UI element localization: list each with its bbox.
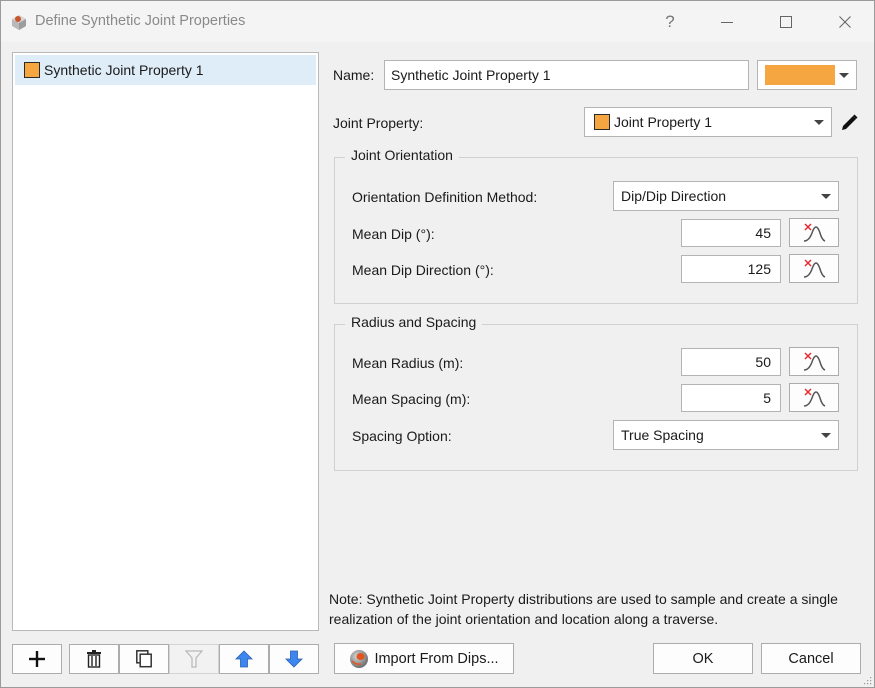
import-from-dips-label: Import From Dips... bbox=[374, 650, 499, 667]
add-button[interactable] bbox=[12, 644, 62, 674]
move-up-button[interactable] bbox=[219, 644, 269, 674]
distribution-off-icon bbox=[803, 352, 826, 371]
color-picker-swatch bbox=[765, 65, 835, 85]
filter-button[interactable] bbox=[169, 644, 219, 674]
maximize-icon bbox=[780, 15, 792, 28]
spacing-option-dropdown[interactable]: True Spacing bbox=[613, 420, 839, 450]
property-list[interactable]: Synthetic Joint Property 1 bbox=[12, 52, 319, 631]
copy-icon bbox=[135, 650, 152, 668]
plus-icon bbox=[29, 651, 45, 667]
name-input-value: Synthetic Joint Property 1 bbox=[391, 67, 551, 83]
edit-pencil-icon[interactable] bbox=[839, 113, 859, 133]
orientation-method-value: Dip/Dip Direction bbox=[621, 188, 727, 204]
title-bar: Define Synthetic Joint Properties ? bbox=[1, 1, 874, 42]
mean-spacing-value: 5 bbox=[763, 390, 771, 406]
cancel-label: Cancel bbox=[788, 650, 834, 667]
chevron-down-icon bbox=[839, 73, 849, 78]
cancel-button[interactable]: Cancel bbox=[761, 643, 861, 674]
mean-dip-direction-label: Mean Dip Direction (°): bbox=[352, 262, 494, 278]
spacing-option-value: True Spacing bbox=[621, 427, 704, 443]
mean-dip-input[interactable]: 45 bbox=[681, 219, 781, 247]
name-input[interactable]: Synthetic Joint Property 1 bbox=[384, 60, 749, 90]
dips-logo-icon bbox=[350, 649, 369, 668]
distribution-off-icon bbox=[803, 223, 826, 242]
arrow-up-icon bbox=[235, 650, 253, 668]
radius-spacing-title: Radius and Spacing bbox=[345, 314, 483, 330]
chevron-down-icon bbox=[821, 433, 831, 438]
joint-property-dropdown[interactable]: Joint Property 1 bbox=[584, 107, 832, 137]
list-item-label: Synthetic Joint Property 1 bbox=[44, 62, 204, 78]
color-swatch bbox=[24, 62, 40, 78]
orientation-method-dropdown[interactable]: Dip/Dip Direction bbox=[613, 181, 839, 211]
chevron-down-icon bbox=[821, 194, 831, 199]
mean-spacing-input[interactable]: 5 bbox=[681, 384, 781, 412]
app-icon bbox=[12, 15, 26, 30]
minimize-icon bbox=[721, 21, 733, 23]
mean-dip-direction-input[interactable]: 125 bbox=[681, 255, 781, 283]
mean-dip-direction-value: 125 bbox=[747, 261, 771, 277]
list-item[interactable]: Synthetic Joint Property 1 bbox=[15, 55, 316, 85]
orientation-method-label: Orientation Definition Method: bbox=[352, 189, 538, 205]
joint-orientation-title: Joint Orientation bbox=[345, 147, 459, 163]
mean-dip-direction-distribution-button[interactable] bbox=[789, 254, 839, 283]
help-icon: ? bbox=[665, 11, 675, 31]
distribution-off-icon bbox=[803, 388, 826, 407]
chevron-down-icon bbox=[814, 120, 824, 125]
window-title: Define Synthetic Joint Properties bbox=[35, 13, 246, 29]
import-from-dips-button[interactable]: Import From Dips... bbox=[334, 643, 514, 674]
color-picker[interactable] bbox=[757, 60, 857, 90]
move-down-button[interactable] bbox=[269, 644, 319, 674]
filter-icon bbox=[185, 650, 203, 668]
copy-button[interactable] bbox=[119, 644, 169, 674]
ok-label: OK bbox=[692, 650, 714, 667]
mean-spacing-label: Mean Spacing (m): bbox=[352, 391, 471, 407]
dialog-window: Define Synthetic Joint Properties ? Synt… bbox=[0, 0, 875, 688]
arrow-down-icon bbox=[285, 650, 303, 668]
mean-radius-input[interactable]: 50 bbox=[681, 348, 781, 376]
trash-icon bbox=[87, 650, 101, 668]
ok-button[interactable]: OK bbox=[653, 643, 753, 674]
resize-grip-icon[interactable] bbox=[864, 677, 872, 685]
note-text: Note: Synthetic Joint Property distribut… bbox=[329, 591, 838, 627]
close-icon bbox=[839, 15, 851, 28]
mean-radius-distribution-button[interactable] bbox=[789, 347, 839, 376]
close-button[interactable] bbox=[816, 1, 874, 42]
joint-property-value: Joint Property 1 bbox=[614, 114, 713, 130]
joint-property-swatch bbox=[594, 114, 610, 130]
mean-radius-label: Mean Radius (m): bbox=[352, 355, 464, 371]
delete-button[interactable] bbox=[69, 644, 119, 674]
mean-dip-value: 45 bbox=[755, 225, 771, 241]
spacing-option-label: Spacing Option: bbox=[352, 428, 452, 444]
mean-radius-value: 50 bbox=[755, 354, 771, 370]
mean-dip-label: Mean Dip (°): bbox=[352, 226, 435, 242]
maximize-button[interactable] bbox=[757, 1, 815, 42]
name-label: Name: bbox=[333, 67, 375, 83]
mean-dip-distribution-button[interactable] bbox=[789, 218, 839, 247]
mean-spacing-distribution-button[interactable] bbox=[789, 383, 839, 412]
minimize-button[interactable] bbox=[698, 1, 756, 42]
joint-property-label: Joint Property: bbox=[333, 115, 424, 131]
help-button[interactable]: ? bbox=[641, 1, 699, 42]
distribution-off-icon bbox=[803, 259, 826, 278]
